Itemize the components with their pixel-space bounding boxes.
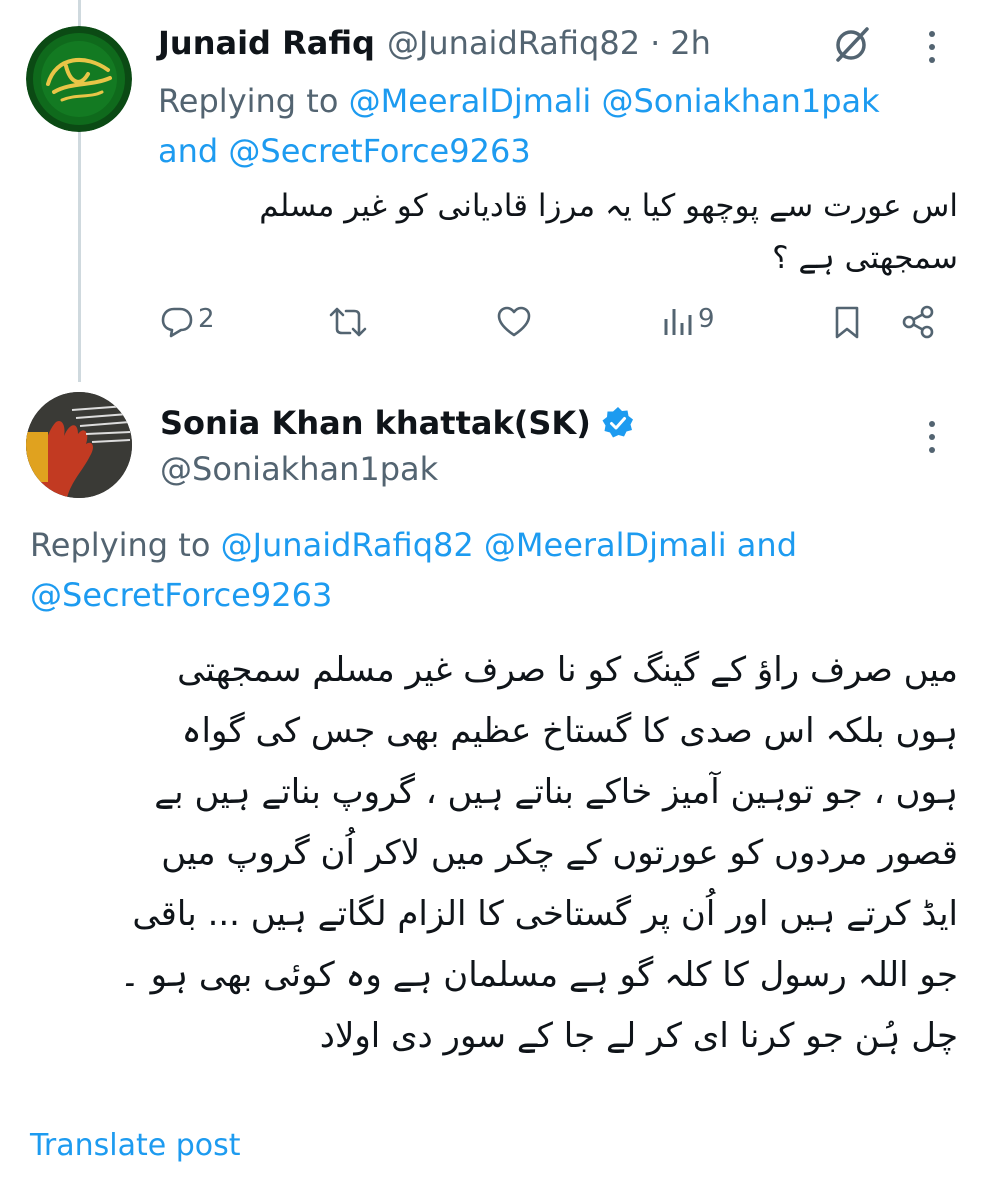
tweet-text: میں صرف راؤ کے گینگ کو نا صرف غیر مسلم س…	[30, 640, 958, 1067]
mention-link[interactable]: @MeeralDjmali	[484, 526, 727, 564]
verified-badge-icon	[601, 406, 635, 440]
mention-link[interactable]: @JunaidRafiq82	[221, 526, 474, 564]
more-options-icon[interactable]	[922, 418, 942, 456]
mention-link[interactable]: @SecretForce9263	[30, 576, 332, 614]
retweet-icon[interactable]	[328, 305, 368, 339]
views-count: 9	[698, 304, 715, 334]
tweet-text-line: سمجھتی ہے ؟	[772, 240, 958, 276]
separator-dot: ·	[650, 24, 661, 62]
avatar[interactable]	[26, 26, 132, 132]
mention-link[interactable]: @Soniakhan1pak	[601, 82, 879, 120]
mention-and[interactable]: and	[158, 132, 218, 170]
tweet-text-line: میں صرف راؤ کے گینگ کو نا صرف غیر مسلم س…	[177, 650, 958, 690]
user-handle[interactable]: @Soniakhan1pak	[160, 446, 438, 492]
share-icon[interactable]	[900, 304, 936, 340]
tweet-text-line: اس عورت سے پوچھو کیا یہ مرزا قادیانی کو …	[259, 188, 958, 224]
timestamp[interactable]: 2h	[670, 24, 711, 62]
mention-and[interactable]: and	[737, 526, 797, 564]
bookmark-icon[interactable]	[832, 305, 862, 341]
replying-to-label: Replying to	[30, 526, 211, 564]
tweet-text-line: جو اللہ رسول کا کلہ گو ہے مسلمان ہے وہ ک…	[119, 955, 958, 995]
more-options-icon[interactable]	[922, 28, 942, 66]
translate-post-link[interactable]: Translate post	[30, 1124, 241, 1168]
replying-to-label: Replying to	[158, 82, 339, 120]
replying-to: Replying to @JunaidRafiq82 @MeeralDjmali…	[30, 520, 960, 620]
mention-link[interactable]: @SecretForce9263	[228, 132, 530, 170]
mention-link[interactable]: @MeeralDjmali	[349, 82, 592, 120]
tweet-text-line: ہوں بلکہ اس صدی کا گستاخ عظیم بھی جس کی …	[181, 711, 958, 751]
tweet-text: اس عورت سے پوچھو کیا یہ مرزا قادیانی کو …	[158, 180, 958, 284]
grok-icon[interactable]	[832, 24, 872, 64]
tweet-header: Junaid Rafiq @JunaidRafiq82 · 2h	[158, 20, 711, 66]
tweet-text-line: قصور مردوں کو عورتوں کے چکر میں لاکر اُن…	[161, 833, 958, 873]
reply-count: 2	[198, 304, 215, 334]
tweet-text-line: ہوں ، جو توہین آمیز خاکے بناتے ہیں ، گرو…	[154, 772, 958, 812]
replying-to: Replying to @MeeralDjmali @Soniakhan1pak…	[158, 76, 958, 176]
avatar[interactable]	[26, 392, 132, 498]
reply-icon[interactable]	[160, 305, 194, 339]
tweet-text-line: ایڈ کرتے ہیں اور اُن پر گستاخی کا الزام …	[132, 894, 958, 934]
display-name[interactable]: Sonia Khan khattak(SK)	[160, 404, 591, 442]
like-icon[interactable]	[496, 305, 532, 339]
tweet-text-line: چل ہُن جو کرنا ای کر لے جا کے سور دی اول…	[319, 1016, 958, 1056]
user-handle[interactable]: @JunaidRafiq82	[387, 24, 640, 62]
tweet-header: Sonia Khan khattak(SK)	[160, 400, 635, 446]
display-name[interactable]: Junaid Rafiq	[158, 24, 375, 62]
views-icon[interactable]	[662, 305, 692, 339]
